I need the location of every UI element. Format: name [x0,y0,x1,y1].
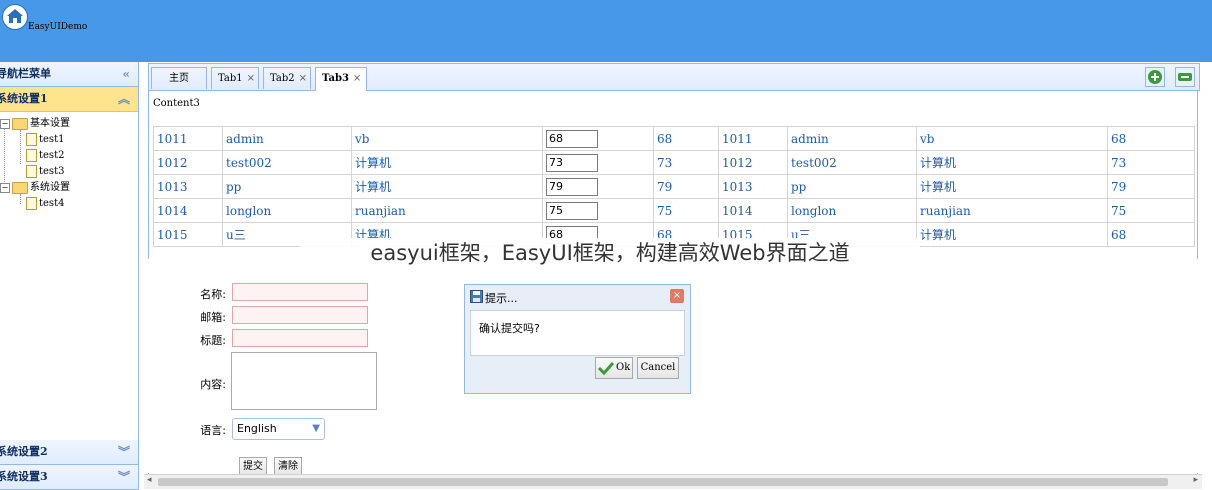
score-input[interactable] [546,201,598,220]
content-textarea[interactable] [231,352,377,410]
tab-home[interactable]: 主页 [151,67,207,89]
tree-node-basic-settings[interactable]: − 基本设置 [0,116,70,132]
ok-button[interactable]: Ok [595,357,633,379]
tree-node-test3[interactable]: test3 [26,164,64,180]
content-label: 内容: [200,378,226,391]
close-icon[interactable]: × [353,73,361,84]
table-row[interactable]: 1013 pp 计算机 79 1013 pp 计算机 79 [153,174,1195,199]
scroll-right-icon[interactable]: ▸ [1193,475,1198,485]
confirm-dialog: 提示... × 确认提交吗? Ok Cancel [464,284,691,394]
table-row[interactable]: 1014 longlon ruanjian 75 1014 longlon ru… [153,198,1195,223]
accordion-panel-1-label: 系统设置1 [0,92,48,105]
email-label: 邮箱: [200,311,226,324]
tab-tab2[interactable]: Tab2 × [263,67,311,89]
add-tab-icon[interactable] [1145,67,1165,87]
tab-content-label: Content3 [153,98,200,109]
folder-open-icon [12,181,28,194]
accordion-panel-2-label: 系统设置2 [0,445,48,458]
save-icon [470,290,483,303]
tab-strip: 主页 Tab1 × Tab2 × Tab3 × [148,63,1200,91]
data-grid: 1011 admin vb 68 1011 admin vb 68 1012 t… [153,126,1195,247]
check-icon [598,361,614,375]
collapse-left-icon[interactable]: « [123,62,131,86]
table-row[interactable]: 1012 test002 计算机 73 1012 test002 计算机 73 [153,150,1195,175]
dialog-message: 确认提交吗? [479,322,540,335]
accordion-panel-3[interactable]: 系统设置3 ︾ [0,465,138,490]
horizontal-scrollbar[interactable]: ◂ ▸ [144,474,1202,489]
image-caption: easyui框架，EasyUI框架，构建高效Web界面之道 [300,238,920,268]
nav-header: 导航栏菜单 « [0,62,138,87]
home-logo-icon [2,4,28,30]
app-title: EasyUIDemo [28,22,88,32]
language-label: 语言: [200,424,226,437]
file-icon [26,197,37,210]
accordion-panel-3-label: 系统设置3 [0,470,48,483]
chevron-up-icon[interactable]: ︽ [118,87,130,111]
remove-tab-icon[interactable] [1175,67,1195,87]
dialog-title: 提示... [485,292,518,305]
tree-node-test1[interactable]: test1 [26,132,64,148]
file-icon [26,149,37,162]
cancel-button[interactable]: Cancel [637,357,679,379]
file-icon [26,133,37,146]
score-input[interactable] [546,153,598,172]
scrollbar-thumb[interactable] [158,478,1168,486]
accordion-panel-1[interactable]: 系统设置1 ︽ [0,87,138,112]
collapse-toggle-icon[interactable]: − [0,118,10,129]
name-field[interactable] [232,283,368,301]
score-input[interactable] [546,177,598,196]
chevron-down-icon: ▼ [312,423,320,434]
chevron-down-icon[interactable]: ︾ [118,440,130,464]
score-input[interactable] [546,129,598,148]
nav-title: 导航栏菜单 [0,67,51,80]
tree-node-test4[interactable]: test4 [26,196,64,212]
table-row[interactable]: 1011 admin vb 68 1011 admin vb 68 [153,126,1195,151]
dialog-header[interactable]: 提示... × [465,285,690,309]
scroll-left-icon[interactable]: ◂ [147,475,152,485]
close-icon[interactable]: × [299,73,307,84]
title-label: 标题: [200,334,226,347]
tab-tab1[interactable]: Tab1 × [211,67,259,89]
email-field[interactable] [232,306,368,324]
language-select[interactable]: English ▼ [232,418,325,440]
dialog-body: 确认提交吗? [470,310,685,356]
close-icon[interactable]: × [670,289,684,303]
tree-node-system-settings[interactable]: − 系统设置 [0,180,70,196]
file-icon [26,165,37,178]
collapse-toggle-icon[interactable]: − [0,182,10,193]
accordion-panel-2[interactable]: 系统设置2 ︾ [0,440,138,465]
title-field[interactable] [232,329,368,347]
tree-node-test2[interactable]: test2 [26,148,64,164]
chevron-down-icon[interactable]: ︾ [118,465,130,489]
tab-tab3[interactable]: Tab3 × [315,67,367,91]
name-label: 名称: [200,288,226,301]
app-header: EasyUIDemo [0,0,1212,62]
close-icon[interactable]: × [247,73,255,84]
folder-open-icon [12,117,28,130]
